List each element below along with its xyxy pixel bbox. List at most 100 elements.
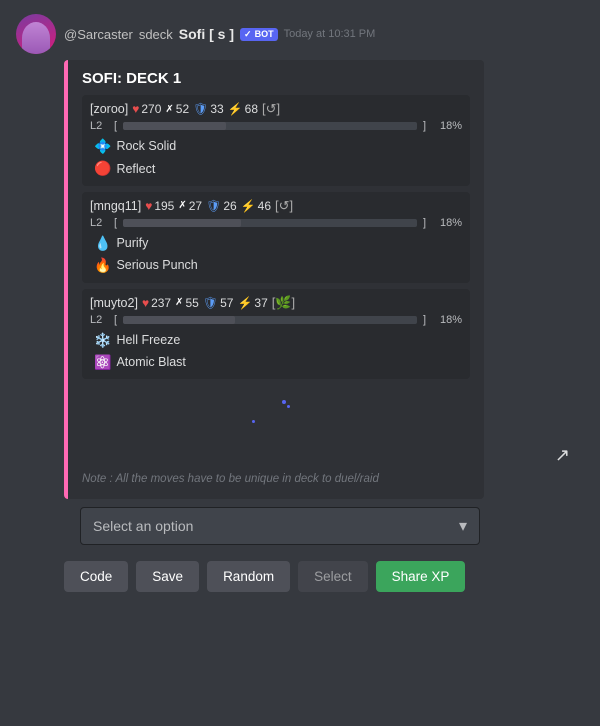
stat-bolt-2: ⚡ 46	[241, 199, 271, 213]
stat-shield-3: 🛡 57	[203, 296, 234, 310]
progress-row-3: L2 [ ] 18%	[90, 314, 462, 326]
stat-shield-1: 🛡 33	[193, 102, 224, 116]
move-list-1: 💠 Rock Solid 🔴 Reflect	[90, 135, 462, 180]
move-item-2-1: 💧 Purify	[94, 232, 462, 254]
note-text: Note : All the moves have to be unique i…	[82, 473, 470, 485]
move-icon-1-2: 🔴	[94, 157, 111, 179]
stat-shield-2: 🛡 26	[206, 199, 237, 213]
embed-card: SOFI: DECK 1 [zoroo] ♥ 270 ✗ 52 🛡 33 ⚡ 6…	[64, 60, 484, 499]
bracket-close-1: ]	[423, 120, 426, 132]
button-row: Code Save Random Select Share XP	[0, 553, 600, 600]
dropdown-placeholder: Select an option	[93, 518, 193, 534]
bolt-icon-2: ⚡	[241, 199, 256, 213]
dot-3	[252, 420, 255, 423]
message-content: SOFI: DECK 1 [zoroo] ♥ 270 ✗ 52 🛡 33 ⚡ 6…	[0, 54, 600, 499]
message-header: @Sarcaster sdeck Sofi [ s ] ✓ BOT Today …	[0, 10, 600, 54]
shield-icon-2: 🛡	[206, 199, 221, 213]
chat-area: @Sarcaster sdeck Sofi [ s ] ✓ BOT Today …	[0, 0, 600, 600]
shield-icon-1: 🛡	[193, 102, 208, 116]
heart-icon-3: ♥	[142, 296, 149, 310]
select-dropdown-row[interactable]: Select an option ▾	[64, 499, 600, 553]
move-icon-1-1: 💠	[94, 135, 111, 157]
stat-cross-1: ✗ 52	[165, 102, 189, 116]
progress-row-1: L2 [ ] 18%	[90, 120, 462, 132]
avatar	[16, 14, 56, 54]
bracket-open-2: [	[114, 217, 117, 229]
shield-icon-3: 🛡	[203, 296, 218, 310]
progress-pct-3: 18%	[432, 314, 462, 326]
move-name-1-1: Rock Solid	[116, 136, 176, 156]
progress-fill-1	[123, 122, 226, 130]
bracket-close-2: ]	[423, 217, 426, 229]
deck-card-3-header: [muyto2] ♥ 237 ✗ 55 🛡 57 ⚡ 37 [🌿]	[90, 295, 462, 311]
progress-pct-2: 18%	[432, 217, 462, 229]
chevron-down-icon: ▾	[459, 516, 467, 536]
move-icon-3-2: ⚛️	[94, 351, 111, 373]
bracket-close-3: ]	[423, 314, 426, 326]
message-meta: @Sarcaster sdeck Sofi [ s ] ✓ BOT Today …	[64, 26, 375, 42]
stat-heart-1: ♥ 270	[132, 102, 161, 116]
move-name-2-2: Serious Punch	[116, 255, 197, 275]
dot-1	[282, 400, 286, 404]
stat-cross-2: ✗ 27	[178, 199, 202, 213]
move-icon-2-1: 💧	[94, 232, 111, 254]
bracket-icon-2: [↺]	[275, 198, 293, 214]
player-1-name: [zoroo]	[90, 102, 128, 116]
progress-fill-3	[123, 316, 235, 324]
deck-card-3: [muyto2] ♥ 237 ✗ 55 🛡 57 ⚡ 37 [🌿] L2 [ ]…	[82, 289, 470, 380]
move-item-3-2: ⚛️ Atomic Blast	[94, 351, 462, 373]
stat-cross-3: ✗ 55	[175, 296, 199, 310]
select-dropdown[interactable]: Select an option ▾	[80, 507, 480, 545]
move-item-2-2: 🔥 Serious Punch	[94, 254, 462, 276]
deck-card-1: [zoroo] ♥ 270 ✗ 52 🛡 33 ⚡ 68 [↺] L2 [ ] …	[82, 95, 470, 186]
bracket-open-3: [	[114, 314, 117, 326]
move-list-2: 💧 Purify 🔥 Serious Punch	[90, 232, 462, 277]
empty-area	[82, 385, 470, 465]
cross-icon-2: ✗	[178, 200, 186, 211]
progress-bar-3	[123, 316, 417, 324]
move-icon-3-1: ❄️	[94, 329, 111, 351]
move-name-3-1: Hell Freeze	[116, 330, 180, 350]
move-item-1-2: 🔴 Reflect	[94, 157, 462, 179]
stat-heart-3: ♥ 237	[142, 296, 171, 310]
bracket-icon-1: [↺]	[262, 101, 280, 117]
heart-icon-1: ♥	[132, 102, 139, 116]
player-2-name: [mngq11]	[90, 199, 141, 213]
bracket-open-1: [	[114, 120, 117, 132]
random-button[interactable]: Random	[207, 561, 290, 592]
progress-fill-2	[123, 219, 241, 227]
move-item-1-1: 💠 Rock Solid	[94, 135, 462, 157]
level-1: L2	[90, 120, 108, 132]
move-name-1-2: Reflect	[116, 159, 155, 179]
stat-bolt-1: ⚡ 68	[228, 102, 258, 116]
progress-row-2: L2 [ ] 18%	[90, 217, 462, 229]
player-3-name: [muyto2]	[90, 296, 138, 310]
level-2: L2	[90, 217, 108, 229]
save-button[interactable]: Save	[136, 561, 199, 592]
move-list-3: ❄️ Hell Freeze ⚛️ Atomic Blast	[90, 329, 462, 374]
sdeck-label: sdeck	[139, 27, 173, 42]
progress-bar-2	[123, 219, 417, 227]
progress-pct-1: 18%	[432, 120, 462, 132]
cross-icon-3: ✗	[175, 297, 183, 308]
move-name-3-2: Atomic Blast	[116, 352, 185, 372]
level-3: L2	[90, 314, 108, 326]
deck-card-2: [mngq11] ♥ 195 ✗ 27 🛡 26 ⚡ 46 [↺] L2 [ ]…	[82, 192, 470, 283]
select-button[interactable]: Select	[298, 561, 368, 592]
deck-card-2-header: [mngq11] ♥ 195 ✗ 27 🛡 26 ⚡ 46 [↺]	[90, 198, 462, 214]
timestamp: Today at 10:31 PM	[284, 28, 376, 40]
cross-icon-1: ✗	[165, 104, 173, 115]
checkmark-icon: ✓	[244, 29, 252, 40]
dot-2	[287, 405, 290, 408]
share-xp-button[interactable]: Share XP	[376, 561, 466, 592]
stat-bolt-3: ⚡ 37	[237, 296, 267, 310]
bolt-icon-3: ⚡	[237, 296, 252, 310]
move-icon-2-2: 🔥	[94, 254, 111, 276]
bolt-icon-1: ⚡	[228, 102, 243, 116]
move-name-2-1: Purify	[116, 233, 148, 253]
bot-badge: ✓ BOT	[240, 28, 278, 41]
bracket-icon-3: [🌿]	[272, 295, 295, 311]
progress-bar-1	[123, 122, 417, 130]
embed-title: SOFI: DECK 1	[82, 70, 470, 87]
code-button[interactable]: Code	[64, 561, 128, 592]
